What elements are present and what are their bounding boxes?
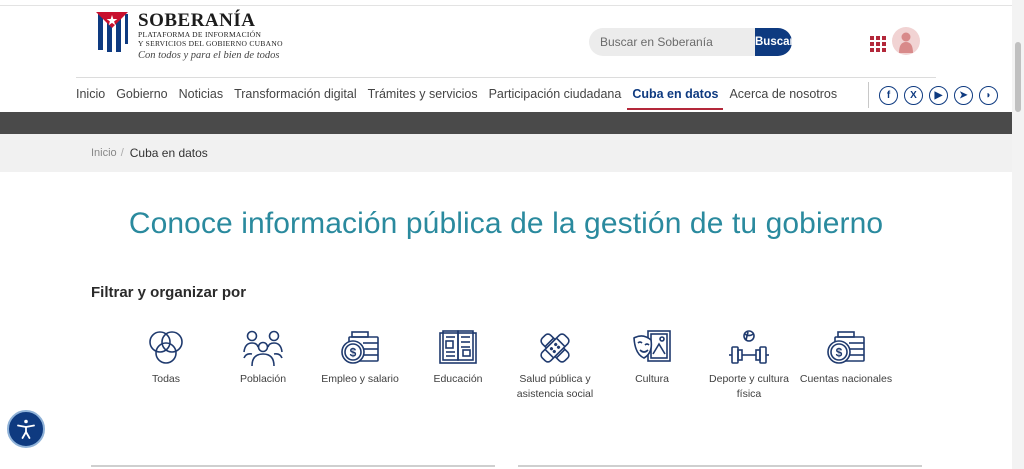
social-links: f X ▶ ➤ ◗ bbox=[879, 86, 998, 105]
x-icon[interactable]: X bbox=[904, 86, 923, 105]
filter-deporte[interactable]: Deporte y cultura física bbox=[699, 328, 799, 402]
search-button[interactable]: Buscar bbox=[755, 28, 792, 56]
filter-label: Deporte y cultura física bbox=[709, 373, 789, 400]
nav-item-tramites-servicios[interactable]: Trámites y servicios bbox=[368, 87, 478, 107]
search-bar: Buscar bbox=[589, 28, 792, 56]
search-input[interactable] bbox=[589, 28, 755, 56]
user-avatar[interactable] bbox=[892, 27, 920, 55]
money-wallet-icon: $ bbox=[341, 331, 379, 364]
cuba-flag-shield-icon bbox=[96, 12, 128, 54]
theater-masks-icon bbox=[633, 330, 671, 362]
top-border bbox=[0, 0, 1012, 6]
brand-subtitle-1: PLATAFORMA DE INFORMACIÓN bbox=[138, 30, 262, 39]
filter-categories: Todas Población $ Empleo y salario Educa… bbox=[116, 328, 896, 408]
filter-label: Educación bbox=[433, 373, 483, 385]
filter-label: Todas bbox=[151, 373, 181, 385]
sports-dumbbell-icon bbox=[729, 330, 769, 364]
filter-cuentas-nacionales[interactable]: $ Cuentas nacionales bbox=[796, 328, 896, 387]
dark-banner-strip bbox=[0, 112, 1012, 134]
breadcrumb-home[interactable]: Inicio bbox=[91, 147, 117, 159]
breadcrumb: Inicio / Cuba en datos bbox=[0, 134, 1012, 172]
nav-item-acerca-de-nosotros[interactable]: Acerca de nosotros bbox=[729, 87, 837, 107]
user-icon bbox=[899, 32, 913, 53]
filter-label: Cultura bbox=[635, 373, 669, 385]
nav-item-gobierno[interactable]: Gobierno bbox=[116, 87, 167, 107]
breadcrumb-separator: / bbox=[120, 147, 124, 159]
section-divider-left bbox=[91, 465, 495, 467]
brand-subtitle-2: Y SERVICIOS DEL GOBIERNO CUBANO bbox=[138, 39, 283, 48]
filter-section-title: Filtrar y organizar por bbox=[91, 284, 247, 301]
filter-label: Salud pública y asistencia social bbox=[516, 373, 594, 400]
svg-text:$: $ bbox=[836, 346, 843, 360]
page-scrollbar[interactable] bbox=[1012, 0, 1024, 469]
filter-cultura[interactable]: Cultura bbox=[602, 328, 702, 387]
filter-label: Cuentas nacionales bbox=[799, 373, 893, 385]
filter-todas[interactable]: Todas bbox=[116, 328, 216, 387]
page-title: Conoce información pública de la gestión… bbox=[128, 207, 884, 240]
filter-label: Empleo y salario bbox=[321, 373, 399, 385]
brand-name: SOBERANÍA bbox=[138, 10, 256, 31]
filter-empleo-salario[interactable]: $ Empleo y salario bbox=[310, 328, 410, 387]
filter-label: Población bbox=[239, 373, 287, 385]
nav-item-participacion-ciudadana[interactable]: Participación ciudadana bbox=[489, 87, 622, 107]
nav-divider bbox=[868, 82, 869, 108]
filter-salud-publica[interactable]: Salud pública y asistencia social bbox=[505, 328, 605, 402]
nav-item-noticias[interactable]: Noticias bbox=[179, 87, 223, 107]
nav-item-inicio[interactable]: Inicio bbox=[76, 87, 105, 107]
bandage-icon bbox=[540, 333, 570, 363]
nav-item-cuba-en-datos[interactable]: Cuba en datos bbox=[627, 87, 724, 110]
accessibility-button[interactable] bbox=[7, 410, 45, 448]
telegram-icon[interactable]: ➤ bbox=[954, 86, 973, 105]
svg-text:$: $ bbox=[350, 346, 357, 360]
apps-grid-icon[interactable] bbox=[870, 36, 886, 52]
people-group-icon bbox=[243, 330, 283, 367]
filter-educacion[interactable]: Educación bbox=[408, 328, 508, 387]
section-divider-right bbox=[518, 465, 922, 467]
youtube-icon[interactable]: ▶ bbox=[929, 86, 948, 105]
podcast-icon[interactable]: ◗ bbox=[979, 86, 998, 105]
money-wallet-icon: $ bbox=[827, 331, 865, 364]
open-book-icon bbox=[439, 330, 477, 364]
facebook-icon[interactable]: f bbox=[879, 86, 898, 105]
nav-border bbox=[76, 77, 936, 78]
filter-poblacion[interactable]: Población bbox=[213, 328, 313, 387]
accessibility-icon bbox=[17, 419, 35, 439]
main-nav: Inicio Gobierno Noticias Transformación … bbox=[76, 87, 848, 110]
breadcrumb-current: Cuba en datos bbox=[129, 146, 208, 160]
nav-item-transformacion-digital[interactable]: Transformación digital bbox=[234, 87, 357, 107]
scrollbar-thumb[interactable] bbox=[1015, 42, 1021, 112]
venn-circles-icon bbox=[149, 331, 183, 364]
brand-logo[interactable]: SOBERANÍA PLATAFORMA DE INFORMACIÓN Y SE… bbox=[94, 10, 283, 61]
brand-slogan: Con todos y para el bien de todos bbox=[138, 50, 280, 61]
